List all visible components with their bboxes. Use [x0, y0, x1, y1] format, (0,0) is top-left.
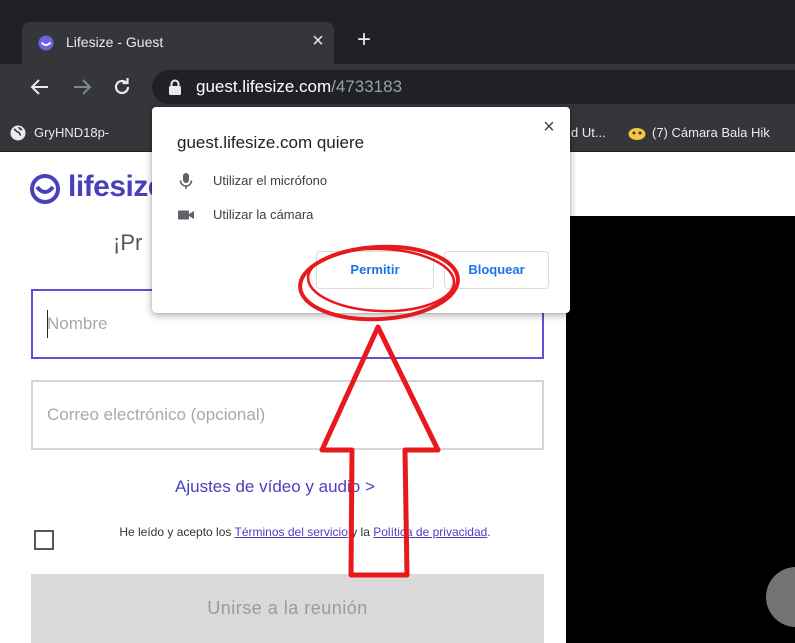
tab-close-icon[interactable]: × [308, 31, 328, 51]
email-field-container[interactable] [31, 380, 544, 450]
name-input[interactable] [47, 309, 527, 339]
page-heading: ¡Pr [113, 230, 143, 255]
new-tab-button[interactable]: + [352, 28, 376, 52]
bookmark-item[interactable]: d Ut... [571, 125, 606, 140]
back-arrow-icon[interactable] [28, 75, 52, 99]
block-button[interactable]: Bloquear [444, 251, 549, 289]
avatar-placeholder [766, 567, 795, 627]
video-preview [566, 216, 795, 643]
terms-prefix: He leído y acepto los [119, 525, 235, 539]
allow-button[interactable]: Permitir [316, 251, 434, 289]
microphone-icon [179, 173, 193, 189]
lifesize-favicon-icon [38, 35, 54, 51]
browser-tab[interactable]: Lifesize - Guest × [22, 22, 334, 64]
url-path: /4733183 [331, 77, 403, 96]
reload-icon[interactable] [110, 75, 134, 99]
url-text: guest.lifesize.com/4733183 [196, 77, 402, 97]
terms-suffix: . [487, 525, 491, 539]
permission-label: Utilizar la cámara [213, 207, 314, 222]
browser-tab-strip: Lifesize - Guest × + [0, 0, 795, 64]
globe-icon [10, 125, 26, 141]
tab-title: Lifesize - Guest [66, 34, 164, 50]
close-icon[interactable]: × [540, 117, 558, 137]
bookmark-item[interactable]: GryHND18p- [34, 125, 109, 140]
lock-icon[interactable] [168, 79, 182, 95]
forward-arrow-icon[interactable] [70, 75, 94, 99]
av-settings-link[interactable]: Ajustes de vídeo y audio > [175, 477, 375, 497]
email-input[interactable] [47, 400, 527, 430]
terms-checkbox[interactable] [34, 530, 54, 550]
join-meeting-button[interactable]: Unirse a la reunión [31, 574, 544, 643]
bookmark-favicon-icon [628, 128, 646, 140]
terms-middle: y la [347, 525, 374, 539]
logo-text: lifesize [68, 170, 165, 203]
camera-icon [178, 210, 194, 220]
permission-dialog: guest.lifesize.com quiere × Utilizar el … [152, 107, 570, 313]
lifesize-logo-icon [30, 174, 60, 204]
address-bar[interactable]: guest.lifesize.com/4733183 [152, 70, 795, 104]
url-host: guest.lifesize.com [196, 77, 332, 96]
terms-text: He leído y acepto los Términos del servi… [90, 519, 520, 545]
terms-of-service-link[interactable]: Términos del servicio [235, 525, 348, 539]
bookmark-item[interactable]: (7) Cámara Bala Hik [652, 125, 770, 140]
dialog-title: guest.lifesize.com quiere [177, 133, 365, 152]
privacy-policy-link[interactable]: Política de privacidad [373, 525, 487, 539]
video-header-area [566, 152, 795, 216]
permission-label: Utilizar el micrófono [213, 173, 328, 188]
text-cursor [47, 310, 48, 338]
